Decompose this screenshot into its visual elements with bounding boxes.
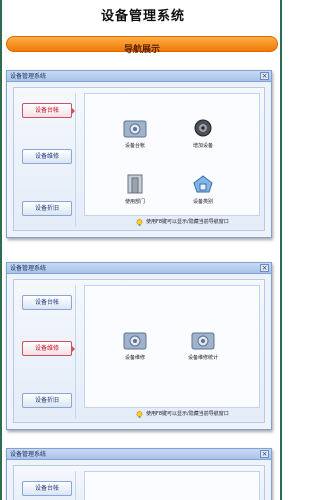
- gear-icon: [194, 119, 212, 137]
- gear-box-icon: [191, 332, 215, 350]
- sidebar: 设备台帐: [18, 471, 76, 500]
- window-body: 设备台帐 设备维修 设备折旧 设备台帐 增加设备 使用部门 设备类别 使用F8键…: [13, 87, 265, 231]
- nav-item-repair[interactable]: 设备维修: [107, 330, 163, 361]
- content-panel: [84, 471, 260, 500]
- nav-window-1: 设备管理系统 × 设备台帐 设备维修 设备折旧 设备台帐 增加设备 使用部门 设…: [6, 70, 272, 238]
- door-icon: [127, 174, 143, 194]
- hint-text: 使用F8键可以显示/隐藏当前导航窗口: [136, 409, 229, 419]
- nav-item-label: 设备类别: [192, 199, 213, 205]
- sidebar-button-ledger[interactable]: 设备台帐: [22, 295, 72, 310]
- sidebar-button-repair[interactable]: 设备维修: [22, 341, 75, 356]
- content-panel: 设备台帐 增加设备 使用部门 设备类别: [84, 93, 260, 216]
- sidebar-button-ledger[interactable]: 设备台帐: [22, 481, 72, 496]
- nav-item-label: 设备台帐: [124, 143, 145, 149]
- app-title: 设备管理系统: [100, 9, 185, 24]
- close-icon[interactable]: ×: [260, 450, 269, 458]
- page-frame: 设备管理系统 导航展示 设备管理系统 × 设备台帐 设备维修 设备折旧 设备台帐…: [0, 0, 282, 500]
- window-body: 设备台帐: [13, 465, 265, 500]
- window-titlebar: 设备管理系统 ×: [7, 71, 271, 82]
- nav-window-3: 设备管理系统 × 设备台帐: [6, 448, 272, 500]
- lightbulb-icon: [136, 410, 143, 418]
- window-titlebar: 设备管理系统 ×: [7, 449, 271, 460]
- nav-item-label: 设备维修统计: [187, 355, 218, 361]
- nav-item-add-device[interactable]: 增加设备: [175, 118, 231, 149]
- sidebar: 设备台帐 设备维修 设备折旧: [18, 285, 76, 418]
- hint-text: 使用F8键可以显示/隐藏当前导航窗口: [136, 217, 229, 227]
- nav-bar-label: 导航展示: [123, 45, 160, 55]
- sidebar-button-depreciation[interactable]: 设备折旧: [22, 201, 72, 216]
- close-icon[interactable]: ×: [260, 72, 269, 80]
- content-panel: 设备维修 设备维修统计: [84, 285, 260, 408]
- sidebar-button-ledger[interactable]: 设备台帐: [22, 103, 75, 118]
- sidebar-button-depreciation[interactable]: 设备折旧: [22, 393, 72, 408]
- close-icon[interactable]: ×: [260, 264, 269, 272]
- nav-window-2: 设备管理系统 × 设备台帐 设备维修 设备折旧 设备维修 设备维修统计 使用F8…: [6, 262, 272, 430]
- lightbulb-icon: [136, 218, 143, 226]
- window-body: 设备台帐 设备维修 设备折旧 设备维修 设备维修统计 使用F8键可以显示/隐藏当…: [13, 279, 265, 423]
- window-title: 设备管理系统: [10, 73, 47, 80]
- nav-item-ledger[interactable]: 设备台帐: [107, 118, 163, 149]
- active-arrow-icon: [71, 345, 75, 353]
- gear-box-icon: [123, 332, 147, 350]
- active-arrow-icon: [71, 107, 75, 115]
- nav-bar: 导航展示: [6, 36, 278, 55]
- window-title: 设备管理系统: [10, 451, 47, 458]
- category-icon: [193, 175, 213, 193]
- window-title: 设备管理系统: [10, 265, 47, 272]
- nav-item-label: 设备维修: [124, 355, 145, 361]
- sidebar: 设备台帐 设备维修 设备折旧: [18, 93, 76, 226]
- nav-item-label: 使用部门: [124, 199, 145, 205]
- nav-item-department[interactable]: 使用部门: [107, 174, 163, 205]
- nav-item-label: 增加设备: [192, 143, 213, 149]
- nav-item-repair-stats[interactable]: 设备维修统计: [175, 330, 231, 361]
- nav-item-category[interactable]: 设备类别: [175, 174, 231, 205]
- gear-box-icon: [123, 120, 147, 138]
- window-titlebar: 设备管理系统 ×: [7, 263, 271, 274]
- sidebar-button-repair[interactable]: 设备维修: [22, 149, 72, 164]
